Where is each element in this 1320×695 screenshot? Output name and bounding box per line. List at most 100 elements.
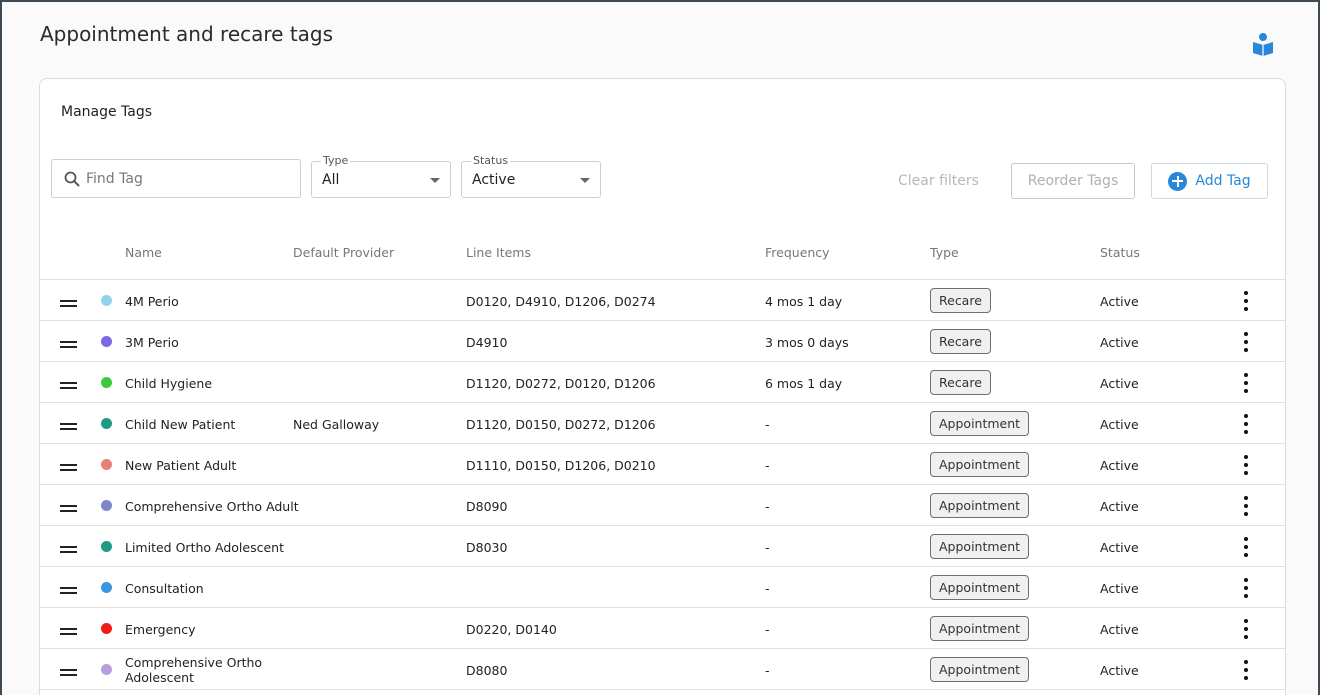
reorder-tags-button[interactable]: Reorder Tags <box>1011 163 1135 199</box>
clear-filters-link[interactable]: Clear filters <box>898 173 979 189</box>
type-select[interactable]: Type All <box>311 154 451 198</box>
tag-type-badge: Appointment <box>930 493 1030 518</box>
tag-name-line2: Adolescent <box>125 670 194 685</box>
tag-line-items: D8090 <box>466 499 508 514</box>
table-row: Comprehensive Ortho Adolescent D8080 - A… <box>40 649 1285 690</box>
tag-status: Active <box>1100 540 1139 555</box>
add-tag-label: Add Tag <box>1195 173 1251 189</box>
drag-handle-icon[interactable] <box>60 464 77 471</box>
tag-color-dot <box>101 582 112 593</box>
more-options-icon[interactable] <box>1235 291 1257 311</box>
tag-name: New Patient Adult <box>125 458 237 473</box>
tag-name: Consultation <box>125 581 204 596</box>
tag-name: Emergency <box>125 622 196 637</box>
tag-frequency: 4 mos 1 day <box>765 294 843 309</box>
more-options-icon[interactable] <box>1235 660 1257 680</box>
tag-provider: Ned Galloway <box>293 417 380 432</box>
tag-color-dot <box>101 336 112 347</box>
tags-table-body: 4M Perio D0120, D4910, D1206, D0274 4 mo… <box>40 280 1285 690</box>
tag-name-line1: Comprehensive Ortho <box>125 655 263 670</box>
tag-status: Active <box>1100 294 1139 309</box>
card-title: Manage Tags <box>61 104 153 120</box>
tag-name: Comprehensive Ortho Adolescent <box>125 655 262 685</box>
tag-name: Child Hygiene <box>125 376 213 391</box>
tag-type-badge: Appointment <box>930 534 1030 559</box>
search-input[interactable] <box>86 170 276 187</box>
drag-handle-icon[interactable] <box>60 382 77 389</box>
table-row: Limited Ortho Adolescent D8030 - Appoint… <box>40 526 1285 567</box>
tag-status: Active <box>1100 622 1139 637</box>
book-reader-icon[interactable] <box>1252 32 1274 56</box>
drag-handle-icon[interactable] <box>60 300 77 307</box>
chevron-down-icon <box>580 178 590 183</box>
status-select-value: Active <box>472 172 516 188</box>
more-options-icon[interactable] <box>1235 455 1257 475</box>
chevron-down-icon <box>430 178 440 183</box>
more-options-icon[interactable] <box>1235 578 1257 598</box>
column-header-type[interactable]: Type <box>930 245 959 260</box>
tag-line-items: D0120, D4910, D1206, D0274 <box>466 294 656 309</box>
drag-handle-icon[interactable] <box>60 505 77 512</box>
tag-type-badge: Recare <box>930 329 991 354</box>
tag-frequency: - <box>765 499 770 514</box>
drag-handle-icon[interactable] <box>60 341 77 348</box>
tag-frequency: 3 mos 0 days <box>765 335 849 350</box>
tag-status: Active <box>1100 335 1139 350</box>
tag-color-dot <box>101 418 112 429</box>
table-row: 3M Perio D4910 3 mos 0 days Recare Activ… <box>40 321 1285 362</box>
tag-status: Active <box>1100 581 1139 596</box>
more-options-icon[interactable] <box>1235 414 1257 434</box>
status-select-label: Status <box>471 154 511 167</box>
tag-color-dot <box>101 623 112 634</box>
tag-frequency: - <box>765 622 770 637</box>
more-options-icon[interactable] <box>1235 373 1257 393</box>
tag-frequency: - <box>765 417 770 432</box>
type-select-value: All <box>322 172 340 188</box>
drag-handle-icon[interactable] <box>60 669 77 676</box>
tag-color-dot <box>101 295 112 306</box>
tag-frequency: 6 mos 1 day <box>765 376 843 391</box>
table-row: Emergency D0220, D0140 - Appointment Act… <box>40 608 1285 649</box>
tag-status: Active <box>1100 499 1139 514</box>
tag-frequency: - <box>765 540 770 555</box>
more-options-icon[interactable] <box>1235 537 1257 557</box>
tag-line-items: D8080 <box>466 663 508 678</box>
add-tag-button[interactable]: Add Tag <box>1151 163 1268 199</box>
app-frame: Appointment and recare tags Manage Tags … <box>0 0 1320 695</box>
column-header-line-items[interactable]: Line Items <box>466 245 531 260</box>
drag-handle-icon[interactable] <box>60 587 77 594</box>
table-row: Consultation - Appointment Active <box>40 567 1285 608</box>
tag-name: Child New Patient <box>125 417 236 432</box>
table-row: Child Hygiene D1120, D0272, D0120, D1206… <box>40 362 1285 403</box>
drag-handle-icon[interactable] <box>60 423 77 430</box>
tag-frequency: - <box>765 663 770 678</box>
tag-frequency: - <box>765 458 770 473</box>
search-box[interactable] <box>51 159 301 198</box>
drag-handle-icon[interactable] <box>60 628 77 635</box>
more-options-icon[interactable] <box>1235 496 1257 516</box>
column-header-name[interactable]: Name <box>125 245 162 260</box>
type-select-label: Type <box>321 154 351 167</box>
column-header-frequency[interactable]: Frequency <box>765 245 830 260</box>
column-header-provider[interactable]: Default Provider <box>293 245 394 260</box>
column-header-status[interactable]: Status <box>1100 245 1140 260</box>
tag-line-items: D8030 <box>466 540 508 555</box>
status-select[interactable]: Status Active <box>461 154 601 198</box>
tag-type-badge: Appointment <box>930 575 1030 600</box>
tag-color-dot <box>101 500 112 511</box>
more-options-icon[interactable] <box>1235 332 1257 352</box>
more-options-icon[interactable] <box>1235 619 1257 639</box>
tag-status: Active <box>1100 458 1139 473</box>
tag-color-dot <box>101 664 112 675</box>
drag-handle-icon[interactable] <box>60 546 77 553</box>
tag-type-badge: Appointment <box>930 452 1030 477</box>
table-row: Comprehensive Ortho Adult D8090 - Appoin… <box>40 485 1285 526</box>
tag-type-badge: Appointment <box>930 657 1030 682</box>
tag-name: Limited Ortho Adolescent <box>125 540 284 555</box>
tag-type-badge: Recare <box>930 370 991 395</box>
plus-circle-icon <box>1168 171 1188 191</box>
tag-line-items: D4910 <box>466 335 508 350</box>
tag-line-items: D1120, D0272, D0120, D1206 <box>466 376 656 391</box>
tag-status: Active <box>1100 376 1139 391</box>
manage-tags-card: Manage Tags Type All Status Active Clear… <box>39 78 1286 695</box>
